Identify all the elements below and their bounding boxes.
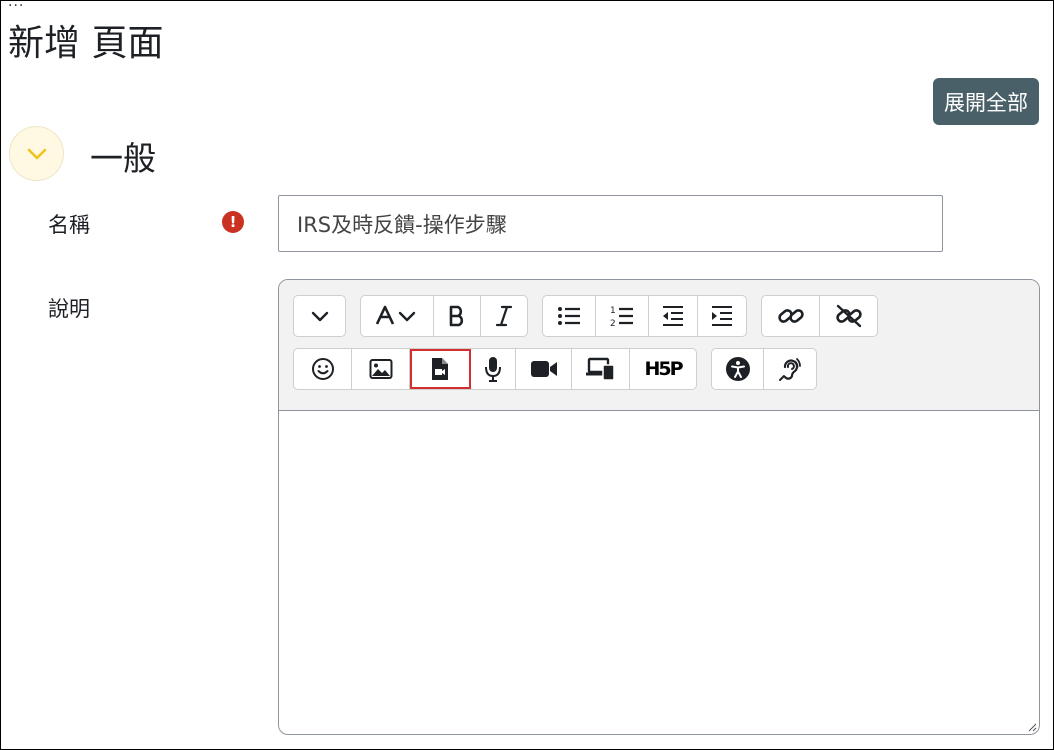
h5p-button[interactable]: H5P (630, 349, 696, 389)
video-file-icon (432, 358, 448, 380)
chevron-down-icon (27, 148, 46, 159)
numbered-list-icon: 1 2 (610, 306, 633, 328)
video-camera-icon (530, 361, 557, 377)
unordered-list-button[interactable] (543, 296, 596, 336)
h5p-icon: H5P (644, 358, 683, 380)
outdent-icon (663, 306, 683, 326)
smiley-icon (311, 358, 334, 380)
image-icon (369, 359, 392, 379)
link-button[interactable] (762, 296, 820, 336)
bold-button[interactable] (434, 296, 481, 336)
chevron-down-icon (311, 311, 328, 322)
bold-icon (449, 305, 464, 327)
collapse-toolbar-button[interactable] (294, 296, 345, 336)
toolbar-group-collapse (293, 295, 346, 337)
editor-toolbar: 1 2 H5P (279, 280, 1039, 411)
devices-icon (585, 357, 615, 381)
toolbar-group-style (360, 295, 528, 337)
font-style-icon (375, 305, 416, 325)
page-title: 新增 頁面 (8, 23, 164, 64)
emoji-button[interactable] (294, 349, 352, 389)
name-label: 名稱 (48, 213, 90, 237)
indent-icon (712, 306, 732, 326)
resize-handle-icon[interactable] (1027, 722, 1037, 732)
editor-content-area[interactable] (279, 411, 1039, 734)
description-editor: 1 2 H5P (278, 279, 1040, 735)
italic-button[interactable] (481, 296, 527, 336)
paragraph-style-button[interactable] (361, 296, 434, 336)
toolbar-group-links (761, 295, 878, 337)
toolbar-group-insert: H5P (293, 348, 697, 390)
section-collapse-toggle[interactable] (9, 126, 64, 181)
section-title-general: 一般 (90, 139, 156, 178)
record-audio-button[interactable] (471, 349, 516, 389)
italic-icon (495, 305, 513, 327)
expand-all-button[interactable]: 展開全部 (933, 78, 1039, 125)
indent-button[interactable] (698, 296, 746, 336)
toolbar-group-accessibility (711, 348, 817, 390)
screen-reader-helper-button[interactable] (764, 349, 816, 389)
image-button[interactable] (352, 349, 410, 389)
manage-files-button[interactable] (572, 349, 630, 389)
hearing-icon (779, 358, 801, 381)
svg-text:1: 1 (610, 306, 616, 316)
accessibility-checker-button[interactable] (712, 349, 764, 389)
required-icon: ! (222, 211, 244, 233)
media-button[interactable] (410, 349, 471, 389)
toolbar-group-lists: 1 2 (542, 295, 747, 337)
microphone-icon (485, 357, 501, 382)
outdent-button[interactable] (649, 296, 698, 336)
ordered-list-button[interactable]: 1 2 (596, 296, 649, 336)
unlink-icon (835, 304, 862, 328)
record-video-button[interactable] (516, 349, 572, 389)
link-icon (777, 309, 804, 323)
name-input[interactable] (278, 195, 943, 252)
unlink-button[interactable] (820, 296, 877, 336)
svg-text:2: 2 (610, 319, 616, 328)
overflow-ellipsis: ... (8, 0, 25, 10)
description-label: 說明 (48, 297, 90, 321)
bullet-list-icon (558, 307, 580, 325)
accessibility-icon (725, 357, 750, 381)
